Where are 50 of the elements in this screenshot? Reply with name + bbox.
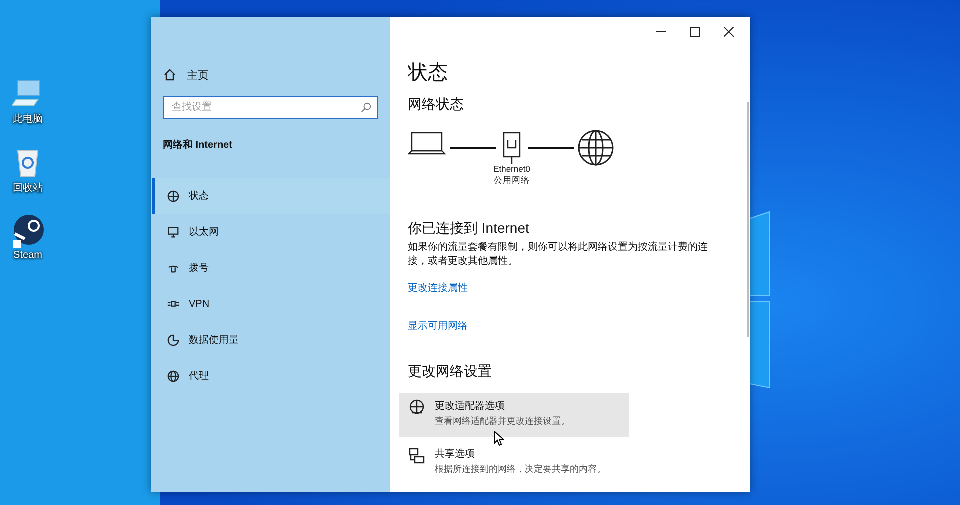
home-label: 主页 (187, 68, 209, 82)
maximize-icon (690, 27, 700, 37)
settings-link[interactable]: 显示可用网络 (408, 319, 468, 333)
option-title: 共享选项 (435, 448, 476, 461)
nav-label: 状态 (189, 190, 209, 203)
nav-label: 以太网 (189, 226, 219, 239)
home-link[interactable]: 主页 (151, 65, 390, 85)
nav-label: 代理 (189, 370, 209, 383)
nav-item[interactable]: VPN (152, 286, 390, 322)
desktop-icon-label: 此电脑 (13, 112, 43, 126)
option-description: 根据所连接到的网络，决定要共享的内容。 (435, 463, 606, 476)
sharing-icon (408, 447, 426, 465)
nav-item[interactable]: 以太网 (152, 214, 390, 250)
section-heading: 网络状态 (408, 96, 465, 114)
nav-label: 数据使用量 (189, 334, 239, 347)
globe-monitor-icon (408, 399, 426, 417)
desktop-icon-label: Steam (14, 250, 42, 261)
close-icon (724, 27, 734, 37)
option-title: 更改适配器选项 (435, 400, 506, 413)
nav-label: 拨号 (189, 262, 209, 275)
nav-item[interactable]: 状态 (152, 178, 390, 214)
settings-link[interactable]: 更改连接属性 (408, 281, 468, 295)
nav-item[interactable]: 数据使用量 (152, 322, 390, 358)
pie-chart-icon (167, 334, 180, 346)
settings-option[interactable]: 更改适配器选项 查看网络适配器并更改连接设置。 (399, 393, 629, 437)
mouse-pointer-icon (494, 431, 504, 446)
monitor-icon (167, 226, 180, 238)
section-heading: 网络和 Internet (163, 138, 234, 152)
desktop-icon-label: 回收站 (13, 182, 43, 195)
connection-description: 如果你的流量套餐有限制，则你可以将此网络设置为按流量计费的连接，或者更改其他属性。 (408, 241, 709, 269)
nav-item[interactable]: 拨号 (152, 250, 390, 286)
laptop-icon (408, 130, 446, 156)
globe-icon (167, 190, 180, 202)
globe-icon (167, 370, 180, 382)
steam-icon[interactable] (11, 214, 45, 248)
search-field[interactable]: 查找设置 (163, 96, 378, 119)
nav-label: VPN (189, 298, 210, 310)
search-icon (361, 102, 372, 113)
ethernet-port-icon (503, 130, 521, 164)
settings-option[interactable]: 共享选项 根据所连接到的网络，决定要共享的内容。 (399, 441, 629, 485)
page-title: 状态 (408, 61, 449, 86)
adapter-name: Ethernet0 (494, 164, 530, 175)
section-heading: 更改网络设置 (408, 363, 493, 381)
network-type: 公用网络 (494, 175, 530, 186)
globe-icon (578, 130, 614, 166)
nav-item[interactable]: 代理 (152, 358, 390, 394)
home-icon (164, 69, 176, 81)
scrollbar[interactable] (747, 102, 749, 337)
connection-heading: 你已连接到 Internet (408, 220, 530, 238)
option-description: 查看网络适配器并更改连接设置。 (435, 415, 570, 428)
